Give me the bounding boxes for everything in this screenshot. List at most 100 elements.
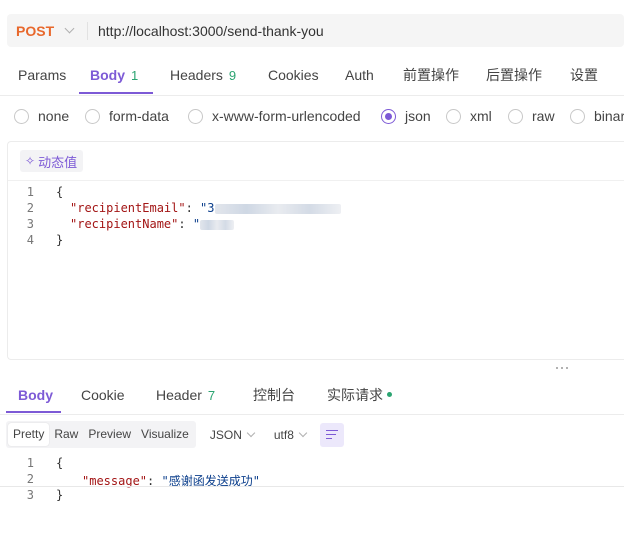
radio-circle: [188, 108, 203, 124]
radio-label: json: [405, 108, 431, 124]
redacted-value: [214, 203, 341, 214]
json-value: "3: [200, 201, 215, 215]
line-number: 1: [26, 185, 34, 199]
tab-label: Header: [156, 387, 202, 403]
json-key: "recipientEmail": [70, 201, 186, 215]
radio-raw[interactable]: raw: [508, 108, 555, 124]
radio-json[interactable]: json: [381, 108, 431, 124]
view-mode-pretty[interactable]: Pretty: [8, 423, 50, 446]
radio-circle: [446, 108, 461, 124]
code-brace: }: [56, 233, 64, 247]
url-input[interactable]: [98, 22, 598, 39]
tab-settings[interactable]: 设置: [570, 58, 598, 95]
tab-label: 前置操作: [403, 67, 459, 83]
line-number: 2: [26, 201, 34, 215]
radio-circle: [14, 108, 29, 124]
pane-resize-handle[interactable]: [556, 365, 570, 371]
json-key: "recipientName": [70, 217, 179, 231]
tab-params[interactable]: Params: [18, 58, 66, 95]
line-number: 3: [26, 217, 34, 231]
chevron-down-icon: [246, 428, 256, 438]
tab-pre-operations[interactable]: 前置操作: [403, 58, 459, 95]
radio-label: binary: [594, 108, 624, 124]
view-mode-preview[interactable]: Preview: [83, 423, 136, 446]
tab-label: Cookie: [81, 387, 125, 403]
json-value: ": [192, 217, 201, 231]
tab-post-operations[interactable]: 后置操作: [486, 58, 542, 95]
line-number: 3: [26, 488, 34, 502]
active-response-tab-indicator: [6, 411, 61, 413]
method-label: POST: [16, 22, 55, 39]
view-mode-raw[interactable]: Raw: [49, 423, 83, 446]
radio-label: none: [38, 108, 70, 124]
chevron-down-icon: [298, 428, 308, 438]
body-type-radio-group: none form-data x-www-form-urlencoded jso…: [0, 108, 624, 130]
tab-label: 控制台: [253, 387, 295, 403]
tab-label: Body: [18, 387, 53, 403]
tab-label: Auth: [345, 67, 374, 83]
code-brace: {: [56, 456, 64, 470]
active-tab-indicator: [79, 92, 153, 94]
line-number: 1: [26, 456, 34, 470]
radio-form-data[interactable]: form-data: [85, 108, 169, 124]
tab-label: Params: [18, 67, 67, 83]
radio-circle: [85, 108, 100, 124]
radio-label: raw: [532, 108, 555, 124]
response-separator: [0, 486, 624, 487]
radio-label: xml: [470, 108, 492, 124]
response-tabs: Body Cookie Header 7 控制台 实际请求: [0, 378, 624, 415]
radio-label: x-www-form-urlencoded: [212, 108, 361, 124]
format-dropdown[interactable]: JSON: [210, 428, 256, 442]
tab-count-badge: 9: [228, 68, 237, 83]
radio-x-www-form-urlencoded[interactable]: x-www-form-urlencoded: [188, 108, 361, 124]
tab-cookies[interactable]: Cookies: [268, 58, 319, 95]
view-mode-segmented: Pretty Raw Preview Visualize: [6, 421, 196, 448]
radio-binary[interactable]: binary: [570, 108, 624, 124]
magic-wand-icon: ✧: [25, 154, 36, 168]
tab-label: Body: [90, 67, 125, 83]
tab-headers[interactable]: Headers 9: [170, 58, 236, 95]
view-mode-visualize[interactable]: Visualize: [136, 423, 194, 446]
radio-label: form-data: [109, 108, 169, 124]
tab-label: Cookies: [268, 67, 319, 83]
encoding-dropdown[interactable]: utf8: [274, 428, 308, 442]
radio-xml[interactable]: xml: [446, 108, 492, 124]
json-colon: :: [178, 217, 193, 231]
tab-count-badge: 1: [131, 68, 139, 83]
dynamic-value-button[interactable]: ✧ 动态值: [20, 150, 84, 172]
redacted-value: [200, 219, 235, 230]
tab-response-header[interactable]: Header 7: [156, 378, 215, 415]
line-number: 4: [26, 233, 34, 247]
url-bar: POST: [7, 14, 624, 47]
tab-console[interactable]: 控制台: [253, 378, 295, 415]
tab-actual-request[interactable]: 实际请求: [327, 378, 392, 415]
wrap-lines-button[interactable]: [319, 422, 344, 447]
request-body-editor[interactable]: ✧ 动态值 1 2 3 4 { "recipientEmail": "3 "re…: [7, 141, 624, 360]
tab-response-cookie[interactable]: Cookie: [81, 378, 125, 415]
tab-body[interactable]: Body 1: [90, 58, 138, 95]
code-line: "recipientEmail": "3: [70, 201, 341, 215]
url-divider: [87, 21, 88, 40]
tab-response-body[interactable]: Body: [18, 378, 53, 415]
request-tabs: Params Body 1 Headers 9 Cookies Auth 前置操作 …: [0, 58, 624, 96]
status-dot: [387, 392, 392, 398]
code-brace: {: [56, 185, 64, 199]
dynamic-value-label: 动态值: [38, 154, 78, 170]
tab-label: Headers: [170, 67, 223, 83]
code-brace: }: [56, 488, 64, 502]
radio-circle-selected: [381, 108, 396, 124]
radio-circle: [570, 108, 585, 124]
radio-circle: [508, 108, 523, 124]
tab-label: 设置: [570, 67, 598, 83]
radio-none[interactable]: none: [14, 108, 69, 124]
json-colon: :: [185, 201, 201, 215]
code-line: "recipientName": ": [70, 217, 235, 231]
editor-separator: [8, 180, 624, 181]
tab-count-badge: 7: [207, 388, 216, 403]
tab-auth[interactable]: Auth: [345, 58, 374, 95]
line-number: 2: [26, 472, 34, 486]
response-toolbar: Pretty Raw Preview Visualize JSON utf8: [6, 421, 344, 448]
tab-label: 实际请求: [327, 387, 383, 403]
method-select[interactable]: POST: [7, 14, 87, 47]
chevron-down-icon: [64, 23, 75, 34]
